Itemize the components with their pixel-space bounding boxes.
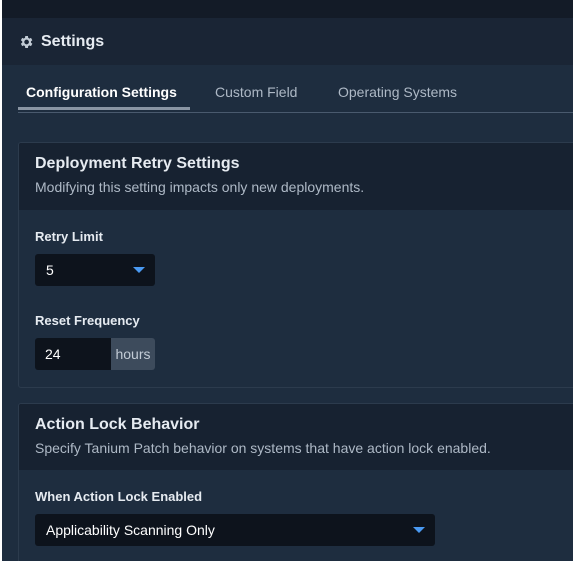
top-bar — [2, 0, 573, 18]
page-title: Settings — [41, 32, 105, 50]
action-lock-field-label: When Action Lock Enabled — [35, 489, 203, 504]
reset-frequency-unit: hours — [111, 338, 155, 370]
tab-custom-field[interactable]: Custom Field — [215, 84, 297, 100]
page-header: Settings — [2, 18, 573, 65]
chevron-down-icon — [133, 267, 145, 273]
action-lock-title: Action Lock Behavior — [35, 416, 200, 433]
action-lock-value: Applicability Scanning Only — [46, 522, 215, 538]
reset-frequency-value: 24 — [45, 346, 61, 362]
tab-configuration-settings[interactable]: Configuration Settings — [26, 84, 177, 100]
gear-icon — [20, 35, 33, 48]
action-lock-card: Action Lock Behavior Specify Tanium Patc… — [18, 403, 573, 561]
tab-bar: Configuration Settings Custom Field Oper… — [18, 80, 573, 113]
retry-limit-select[interactable]: 5 — [35, 254, 155, 286]
chevron-down-icon — [413, 527, 425, 533]
reset-frequency-label: Reset Frequency — [35, 313, 140, 328]
deployment-retry-card: Deployment Retry Settings Modifying this… — [18, 142, 573, 388]
retry-limit-label: Retry Limit — [35, 229, 103, 244]
retry-limit-value: 5 — [46, 262, 54, 278]
reset-frequency-input[interactable]: 24 — [35, 338, 111, 370]
active-tab-indicator — [18, 107, 190, 110]
deployment-retry-title: Deployment Retry Settings — [35, 155, 240, 172]
deployment-retry-card-header: Deployment Retry Settings Modifying this… — [19, 143, 573, 210]
action-lock-subtitle: Specify Tanium Patch behavior on systems… — [35, 440, 491, 456]
action-lock-card-header: Action Lock Behavior Specify Tanium Patc… — [19, 404, 573, 470]
action-lock-select[interactable]: Applicability Scanning Only — [35, 514, 435, 546]
tab-operating-systems[interactable]: Operating Systems — [338, 84, 457, 100]
deployment-retry-subtitle: Modifying this setting impacts only new … — [35, 179, 365, 195]
settings-window: Settings Configuration Settings Custom F… — [2, 0, 573, 561]
